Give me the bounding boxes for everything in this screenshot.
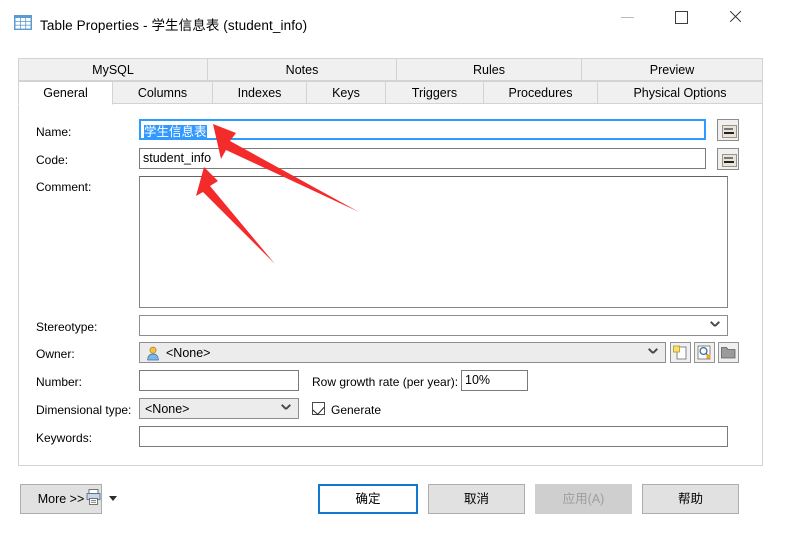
equals-icon xyxy=(722,125,737,138)
help-button[interactable]: 帮助 xyxy=(642,484,739,514)
stereotype-label: Stereotype: xyxy=(36,320,98,334)
keywords-label: Keywords: xyxy=(36,431,93,445)
owner-label: Owner: xyxy=(36,347,75,361)
close-icon xyxy=(728,10,742,24)
cancel-button[interactable]: 取消 xyxy=(428,484,525,514)
tab-preview[interactable]: Preview xyxy=(581,58,763,81)
apply-button: 应用(A) xyxy=(535,484,632,514)
general-tab-panel: Name: 学生信息表 Code: student_info Comment: … xyxy=(18,104,763,466)
minimize-button[interactable] xyxy=(607,0,653,34)
dimensional-type-value: <None> xyxy=(145,401,190,416)
tab-mysql[interactable]: MySQL xyxy=(18,58,208,81)
checkmark-icon xyxy=(312,402,325,416)
folder-button[interactable] xyxy=(718,342,739,363)
maximize-button[interactable] xyxy=(660,0,706,34)
tab-strip: MySQL Notes Rules Preview General Column… xyxy=(18,58,763,105)
folder-icon xyxy=(721,347,736,359)
name-equals-button[interactable] xyxy=(717,119,739,141)
stereotype-combo[interactable] xyxy=(139,315,728,336)
tab-general[interactable]: General xyxy=(18,81,113,105)
chevron-down-icon xyxy=(282,404,291,413)
code-label: Code: xyxy=(36,153,69,167)
tab-procedures[interactable]: Procedures xyxy=(483,81,598,104)
close-button[interactable] xyxy=(714,0,760,34)
number-label: Number: xyxy=(36,375,83,389)
tab-physical-options[interactable]: Physical Options xyxy=(597,81,763,104)
tab-columns[interactable]: Columns xyxy=(112,81,213,104)
row-growth-label: Row growth rate (per year): xyxy=(312,375,459,389)
owner-combo[interactable]: <None> xyxy=(139,342,666,363)
tab-indexes[interactable]: Indexes xyxy=(212,81,307,104)
comment-label: Comment: xyxy=(36,180,92,194)
dimensional-type-combo[interactable]: <None> xyxy=(139,398,299,419)
minimize-icon xyxy=(621,17,634,18)
tab-notes[interactable]: Notes xyxy=(207,58,397,81)
row-growth-field[interactable]: 10% xyxy=(461,370,528,391)
maximize-icon xyxy=(675,11,688,24)
table-grid-icon xyxy=(14,15,32,30)
generate-checkbox[interactable] xyxy=(312,402,325,416)
name-field[interactable]: 学生信息表 xyxy=(139,119,706,140)
print-chevron-down-icon[interactable] xyxy=(109,496,117,501)
tab-rules[interactable]: Rules xyxy=(396,58,582,81)
chevron-down-icon xyxy=(649,348,658,357)
window-title: Table Properties - 学生信息表 (student_info) xyxy=(40,18,308,33)
code-field[interactable]: student_info xyxy=(139,148,706,169)
user-icon xyxy=(147,346,159,361)
comment-textarea[interactable] xyxy=(139,176,728,308)
generate-label: Generate xyxy=(331,403,382,417)
equals-icon xyxy=(722,154,737,167)
tab-keys[interactable]: Keys xyxy=(306,81,386,104)
browse-button[interactable] xyxy=(694,342,715,363)
dimensional-type-label: Dimensional type: xyxy=(36,403,132,417)
code-equals-button[interactable] xyxy=(717,148,739,170)
new-document-icon xyxy=(673,345,687,360)
name-field-value: 学生信息表 xyxy=(144,125,207,139)
owner-value: <None> xyxy=(166,345,211,360)
browse-icon xyxy=(697,345,711,360)
new-document-button[interactable] xyxy=(670,342,691,363)
tab-triggers[interactable]: Triggers xyxy=(385,81,484,104)
keywords-field[interactable] xyxy=(139,426,728,447)
ok-button[interactable]: 确定 xyxy=(318,484,418,514)
name-label: Name: xyxy=(36,125,72,139)
table-properties-dialog: Table Properties - 学生信息表 (student_info) … xyxy=(0,0,795,533)
number-field[interactable] xyxy=(139,370,299,391)
chevron-down-icon xyxy=(711,321,720,330)
title-bar: Table Properties - 学生信息表 (student_info) xyxy=(0,0,795,45)
print-icon[interactable] xyxy=(86,489,101,505)
